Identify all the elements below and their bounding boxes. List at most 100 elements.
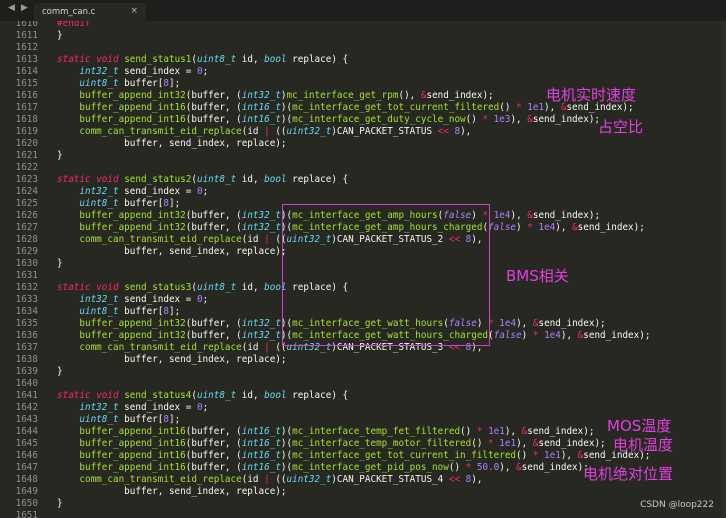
vertical-scrollbar[interactable] [721,21,726,518]
code-line: 1625 uint8_t buffer[8]; [0,198,726,210]
line-number: 1635 [15,318,38,329]
line-code: buffer_append_int32(buffer, (int32_t)(mc… [79,330,651,341]
line-code: #endif [57,21,91,29]
code-line: 1634 uint8_t buffer[8]; [0,306,726,318]
line-number: 1618 [15,114,38,125]
line-code: buffer_append_int16(buffer, (int16_t)(mc… [79,462,589,473]
code-line: 1629 buffer, send_index, replace); [0,246,726,258]
code-line: 1639} [0,366,726,378]
line-number: 1650 [15,498,38,509]
code-line: 1610 #endif [0,21,726,30]
tab-navigation: ◀ ▶ [8,3,34,13]
code-line: 1612 [0,42,726,54]
nav-back-icon[interactable]: ◀ [8,3,15,13]
annotation-motor-temp: 电机温度 [613,436,674,454]
code-line: 1632 static void send_status3(uint8_t id,… [0,282,726,294]
line-code: buffer_append_int32(buffer, (int32_t)(mc… [79,222,645,233]
line-code: } [57,30,63,41]
code-line: 1631 [0,270,726,282]
code-line: 1626 buffer_append_int32(buffer, (int32_… [0,210,726,222]
code-line: 1628 comm_can_transmit_eid_replace(id | … [0,234,726,246]
code-line: 1624 int32_t send_index = 0; [0,186,726,198]
code-line: 1640 [0,378,726,390]
line-number: 1628 [15,234,38,245]
line-number: 1622 [15,162,38,173]
line-number: 1641 [15,390,38,401]
line-number: 1625 [15,198,38,209]
line-number: 1614 [15,66,38,77]
code-line: 1650} [0,498,726,510]
code-line: 1637 comm_can_transmit_eid_replace(id | … [0,342,726,354]
watermark: CSDN @loop222 [640,500,714,510]
line-number: 1612 [15,42,38,53]
line-number: 1620 [15,138,38,149]
line-number: 1632 [15,282,38,293]
line-number: 1631 [15,270,38,281]
code-line: 1649 buffer, send_index, replace); [0,486,726,498]
line-number: 1617 [15,102,38,113]
line-number: 1648 [15,474,38,485]
tab-label: comm_can.c [42,7,96,17]
code-line: 1630} [0,258,726,270]
line-code: } [57,150,63,161]
line-code: comm_can_transmit_eid_replace(id | ((uin… [79,474,483,485]
line-number: 1626 [15,210,38,221]
line-number: 1611 [15,30,38,41]
tab-comm-can[interactable]: comm_can.c × [34,3,146,21]
code-line: 1620 buffer, send_index, replace); [0,138,726,150]
nav-forward-icon[interactable]: ▶ [21,3,28,13]
code-line: 1627 buffer_append_int32(buffer, (int32_… [0,222,726,234]
line-code: int32_t send_index = 0; [79,66,209,77]
code-line: 1611} [0,30,726,42]
line-code: static void send_status3(uint8_t id, boo… [57,282,349,293]
line-number: 1642 [15,402,38,413]
line-code: buffer_append_int32(buffer, (int32_t)(mc… [79,318,606,329]
line-code: } [57,258,63,269]
line-number: 1643 [15,414,38,425]
line-code: static void send_status2(uint8_t id, boo… [57,174,349,185]
line-code: comm_can_transmit_eid_replace(id | ((uin… [79,126,472,137]
line-number: 1634 [15,306,38,317]
line-code: buffer_append_int32(buffer, (int32_t)(mc… [79,210,601,221]
code-line: 1642 int32_t send_index = 0; [0,402,726,414]
close-icon[interactable]: × [130,6,138,16]
line-number: 1610 [15,21,38,29]
line-code: buffer_append_int16(buffer, (int16_t)(mc… [79,426,595,437]
line-code: buffer_append_int16(buffer, (int16_t)(mc… [79,114,601,125]
code-line: 1621} [0,150,726,162]
line-code: uint8_t buffer[8]; [79,198,181,209]
line-number: 1623 [15,174,38,185]
annotation-duty-cycle: 占空比 [598,118,644,136]
code-line: 1622 [0,162,726,174]
line-code: comm_can_transmit_eid_replace(id | ((uin… [79,342,483,353]
line-code: buffer, send_index, replace); [57,138,287,149]
code-line: 1641 static void send_status4(uint8_t id,… [0,390,726,402]
line-code: buffer, send_index, replace); [57,246,287,257]
line-code: int32_t send_index = 0; [79,294,209,305]
line-code: uint8_t buffer[8]; [79,414,181,425]
line-number: 1624 [15,186,38,197]
line-number: 1619 [15,126,38,137]
code-line: 1635 buffer_append_int32(buffer, (int32_… [0,318,726,330]
line-number: 1627 [15,222,38,233]
line-code: buffer, send_index, replace); [57,354,287,365]
code-line: 1633 int32_t send_index = 0; [0,294,726,306]
code-line: 1651 [0,510,726,518]
line-code: buffer_append_int16(buffer, (int16_t)(mc… [79,450,651,461]
line-number: 1629 [15,246,38,257]
code-line: 1636 buffer_append_int32(buffer, (int32_… [0,330,726,342]
code-line: 1638 buffer, send_index, replace); [0,354,726,366]
line-number: 1636 [15,330,38,341]
line-code: } [57,498,63,509]
line-code: static void send_status1(uint8_t id, boo… [57,54,349,65]
line-number: 1621 [15,150,38,161]
line-code: static void send_status4(uint8_t id, boo… [57,390,349,401]
line-number: 1613 [15,54,38,65]
line-number: 1630 [15,258,38,269]
line-number: 1644 [15,426,38,437]
line-number: 1615 [15,78,38,89]
code-line: 1614 int32_t send_index = 0; [0,66,726,78]
line-number: 1647 [15,462,38,473]
annotation-motor-abs-pos: 电机绝对位置 [583,465,674,483]
line-number: 1639 [15,366,38,377]
